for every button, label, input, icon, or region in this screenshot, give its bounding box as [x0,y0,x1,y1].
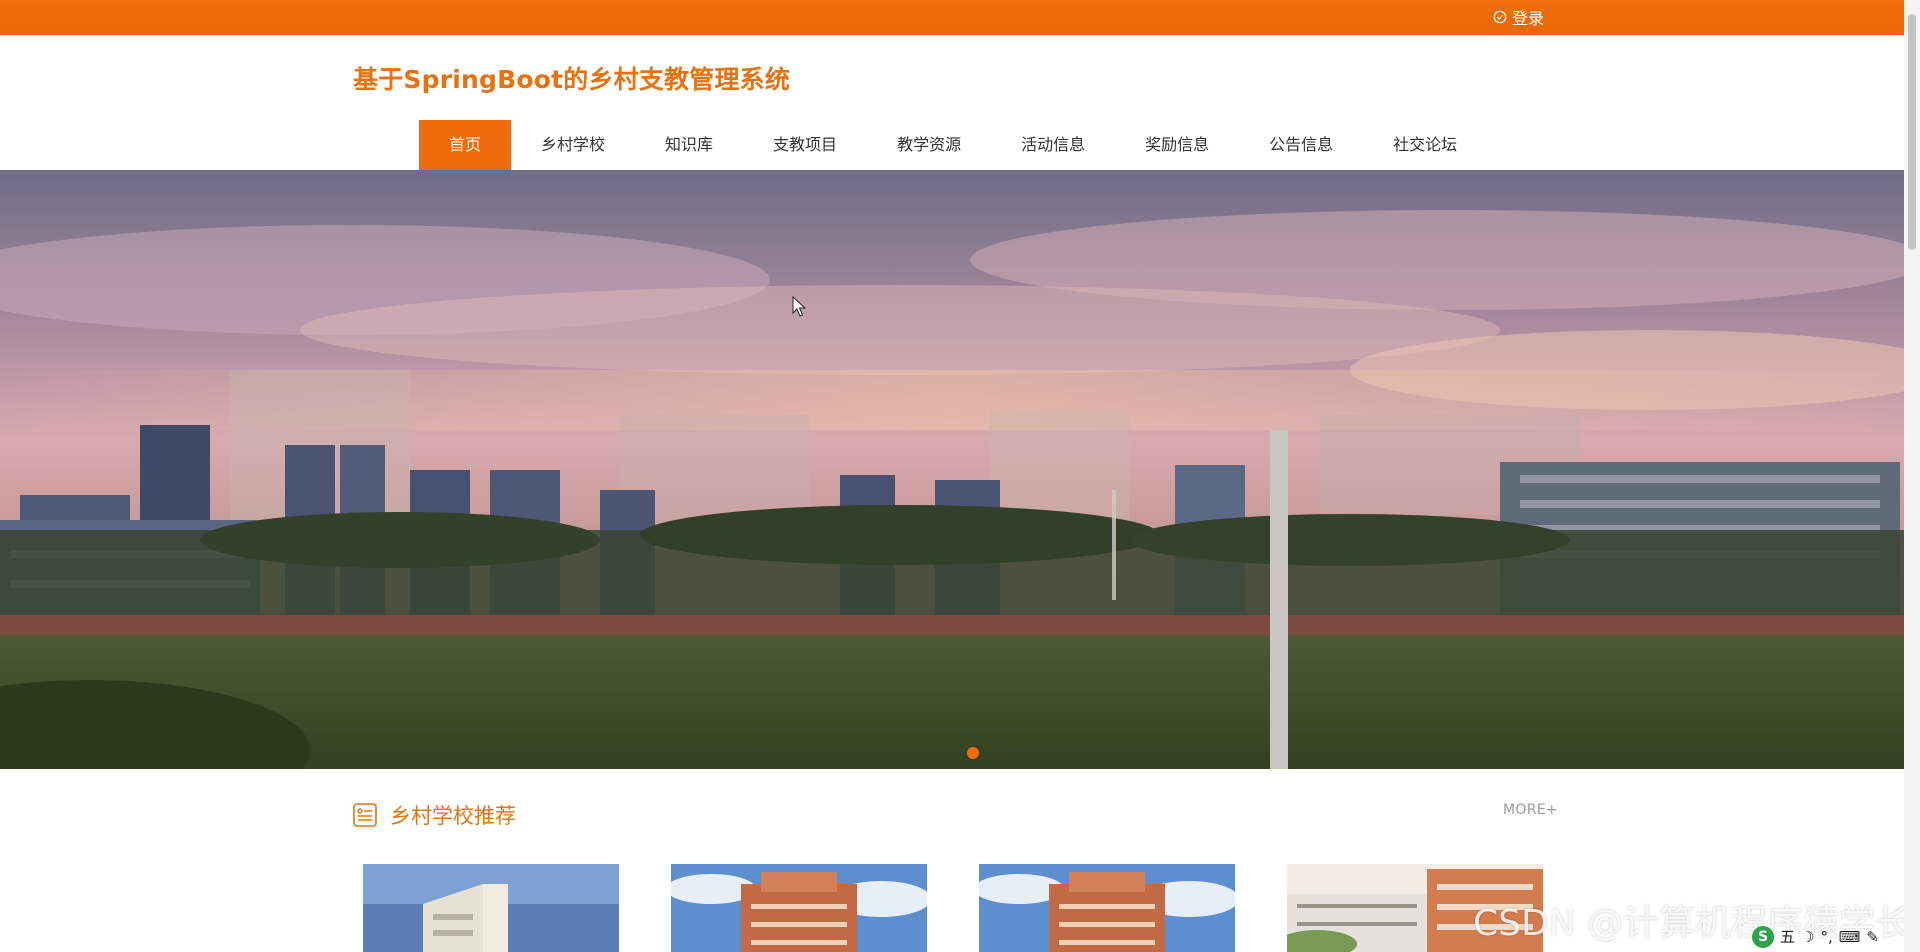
nav-item-home[interactable]: 首页 [419,120,512,170]
carousel-dot-1[interactable] [967,747,979,759]
ime-mode-label[interactable]: 五 [1780,926,1795,947]
login-link[interactable]: 登录 [1493,6,1544,28]
nav-item-teaching-projects[interactable]: 支教项目 [743,120,867,170]
nav-item-forum[interactable]: 社交论坛 [1363,120,1487,170]
check-circle-icon [1493,10,1507,24]
section-title: 乡村学校推荐 [390,804,516,828]
hero-banner[interactable] [0,170,1904,769]
school-image-2 [671,864,927,952]
school-card-2[interactable] [671,864,927,952]
school-image-1 [363,864,619,952]
keyboard-icon[interactable]: ⌨ [1839,928,1861,946]
moon-icon[interactable]: ☽ [1801,928,1814,946]
more-link[interactable]: MORE+ [1503,802,1558,818]
hero-image [0,170,1904,769]
nav-item-rewards[interactable]: 奖励信息 [1115,120,1239,170]
punctuation-icon[interactable]: °, [1820,928,1832,946]
section-header: 乡村学校推荐 [352,800,516,830]
nav-item-teaching-resources[interactable]: 教学资源 [867,120,991,170]
site-title: 基于SpringBoot的乡村支教管理系统 [353,65,791,94]
page-scrollbar[interactable] [1904,0,1920,952]
list-box-icon [353,803,377,827]
school-image-3 [979,864,1235,952]
school-card-3[interactable] [979,864,1235,952]
mouse-cursor-icon [792,296,806,317]
scrollbar-thumb[interactable] [1908,14,1916,250]
login-label: 登录 [1512,9,1545,28]
nav-item-activities[interactable]: 活动信息 [991,120,1115,170]
main-nav: 首页 乡村学校 知识库 支教项目 教学资源 活动信息 奖励信息 公告信息 社交论… [419,120,1487,170]
nav-item-knowledge-base[interactable]: 知识库 [635,120,743,170]
top-bar: 登录 [0,0,1904,35]
ime-toolbar: S 五 ☽ °, ⌨ ✎ [1752,923,1918,950]
nav-item-announcements[interactable]: 公告信息 [1239,120,1363,170]
school-card-1[interactable] [363,864,619,952]
ime-logo-icon[interactable]: S [1752,925,1774,948]
nav-item-rural-schools[interactable]: 乡村学校 [511,120,635,170]
settings-icon[interactable]: ✎ [1866,928,1879,946]
